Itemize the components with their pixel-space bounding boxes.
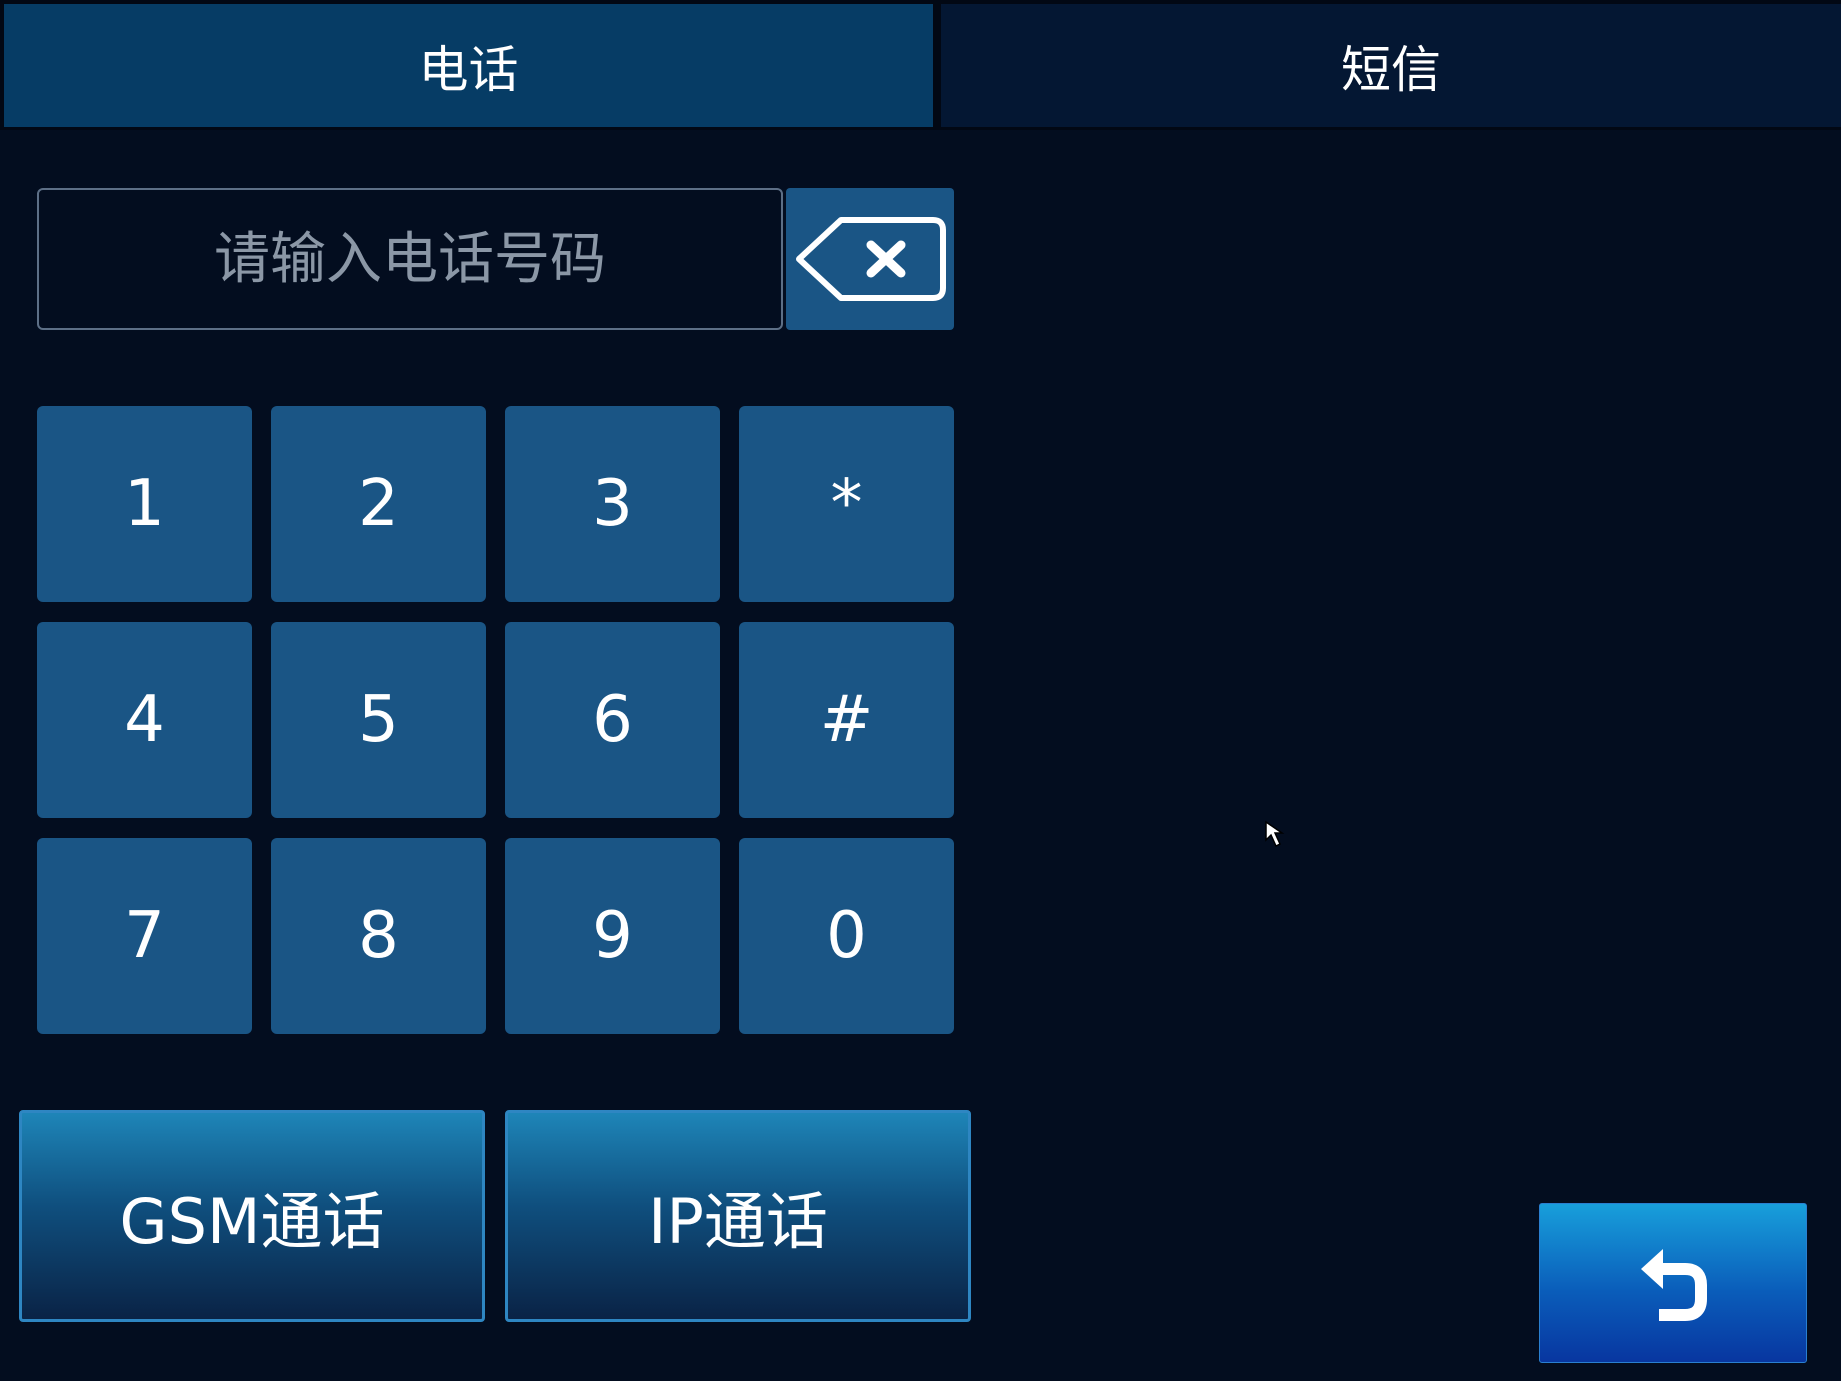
key-star[interactable]: * [739, 406, 954, 602]
key-label: 3 [592, 467, 633, 541]
mouse-pointer-icon [1265, 820, 1285, 848]
ip-call-label: IP通话 [648, 1185, 828, 1258]
tab-phone[interactable]: 电话 [4, 4, 933, 127]
key-6[interactable]: 6 [505, 622, 720, 818]
key-label: 9 [592, 899, 633, 973]
ip-call-button[interactable]: IP通话 [505, 1110, 971, 1322]
key-label: * [830, 467, 863, 541]
key-9[interactable]: 9 [505, 838, 720, 1034]
tab-sms-label: 短信 [1341, 40, 1441, 99]
key-0[interactable]: 0 [739, 838, 954, 1034]
key-1[interactable]: 1 [37, 406, 252, 602]
key-label: 8 [358, 899, 399, 973]
key-label: 2 [358, 467, 399, 541]
phone-number-input[interactable] [37, 188, 783, 330]
return-arrow-icon [1641, 1249, 1707, 1321]
key-2[interactable]: 2 [271, 406, 486, 602]
backspace-icon [796, 217, 946, 301]
tab-bar: 电话 短信 [0, 0, 1841, 130]
key-4[interactable]: 4 [37, 622, 252, 818]
gsm-call-label: GSM通话 [119, 1185, 385, 1258]
key-label: 7 [124, 899, 165, 973]
gsm-call-button[interactable]: GSM通话 [19, 1110, 485, 1322]
key-8[interactable]: 8 [271, 838, 486, 1034]
key-label: # [819, 683, 874, 757]
back-button[interactable] [1539, 1203, 1807, 1363]
key-label: 6 [592, 683, 633, 757]
key-3[interactable]: 3 [505, 406, 720, 602]
key-label: 1 [124, 467, 165, 541]
key-label: 5 [358, 683, 399, 757]
backspace-button[interactable] [786, 188, 954, 330]
tab-sms[interactable]: 短信 [941, 4, 1841, 127]
key-5[interactable]: 5 [271, 622, 486, 818]
key-label: 4 [124, 683, 165, 757]
key-hash[interactable]: # [739, 622, 954, 818]
key-label: 0 [826, 899, 867, 973]
dialer-screen: 电话 短信 1 2 3 * 4 5 6 # 7 8 [0, 0, 1841, 1381]
key-7[interactable]: 7 [37, 838, 252, 1034]
tab-phone-label: 电话 [418, 40, 519, 99]
